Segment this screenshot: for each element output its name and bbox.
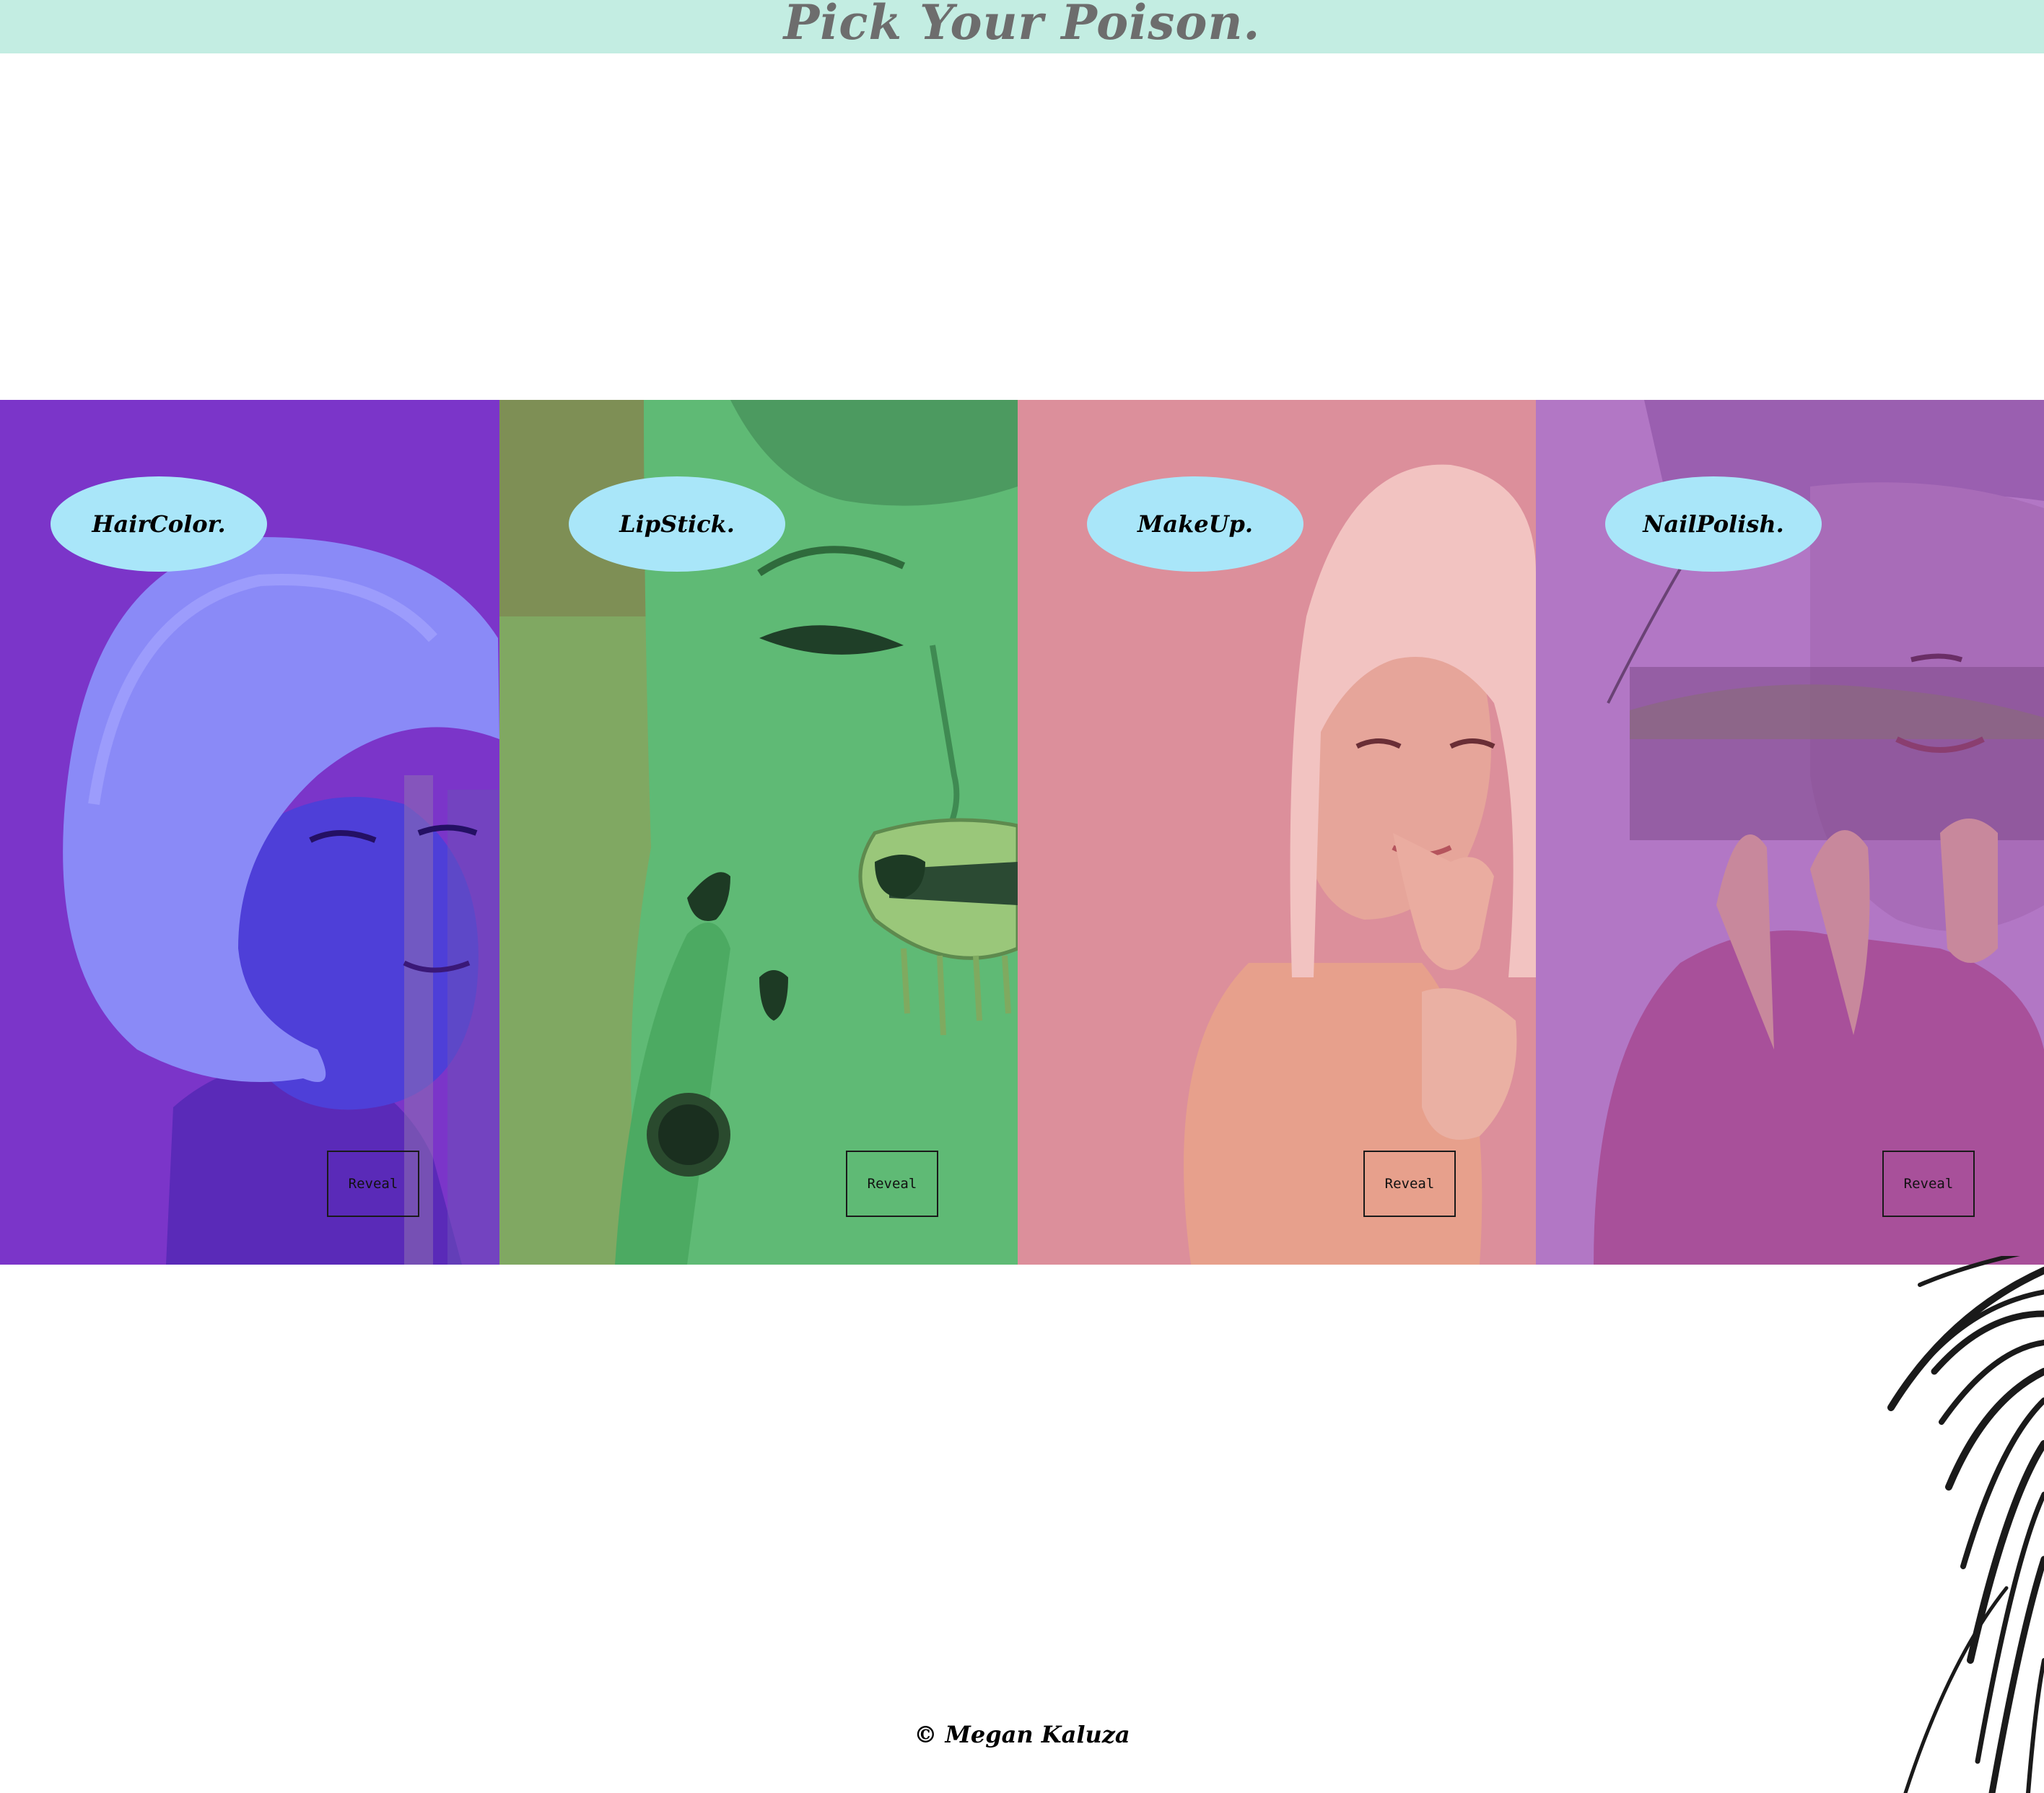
page: Pick Your Poison. HairColor. Reveal LipS…	[0, 0, 2044, 1793]
label-nailpolish: NailPolish.	[1605, 476, 1822, 572]
footer-credit: © Megan Kaluza	[914, 1721, 1130, 1748]
header-bar: Pick Your Poison.	[0, 0, 2044, 53]
site-title: Pick Your Poison.	[783, 0, 1261, 51]
category-panels: HairColor. Reveal LipStick. Reveal MakeU…	[0, 400, 2044, 1265]
reveal-button-haircolor[interactable]: Reveal	[327, 1151, 419, 1217]
reveal-button-nailpolish[interactable]: Reveal	[1882, 1151, 1975, 1217]
panel-nailpolish[interactable]: NailPolish. Reveal	[1536, 400, 2044, 1265]
panel-makeup[interactable]: MakeUp. Reveal	[1018, 400, 1536, 1265]
reveal-button-makeup[interactable]: Reveal	[1363, 1151, 1456, 1217]
decorative-hair-illustration	[1887, 1256, 2044, 1793]
label-haircolor: HairColor.	[51, 476, 267, 572]
label-lipstick: LipStick.	[569, 476, 785, 572]
label-makeup: MakeUp.	[1087, 476, 1303, 572]
reveal-button-lipstick[interactable]: Reveal	[846, 1151, 938, 1217]
panel-haircolor[interactable]: HairColor. Reveal	[0, 400, 499, 1265]
panel-lipstick[interactable]: LipStick. Reveal	[499, 400, 1018, 1265]
